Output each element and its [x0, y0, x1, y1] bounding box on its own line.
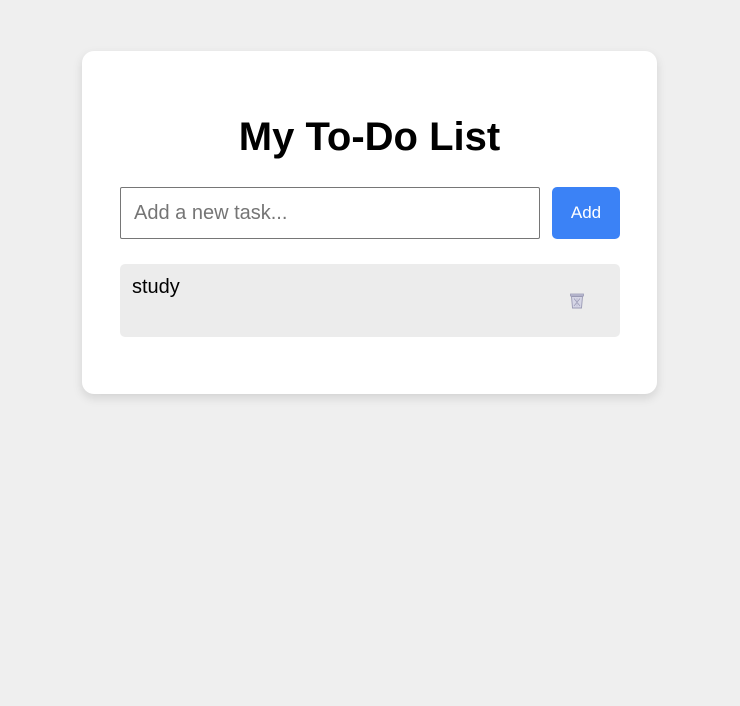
add-task-button[interactable]: Add [552, 187, 620, 239]
task-list: study [120, 264, 620, 337]
page-title: My To-Do List [238, 115, 501, 159]
trash-icon [570, 293, 584, 309]
task-text: study [132, 276, 180, 298]
todo-card: My To-Do List Add study [82, 51, 657, 394]
new-task-input[interactable] [120, 187, 540, 239]
task-item: study [120, 264, 620, 337]
delete-task-button[interactable] [566, 290, 588, 312]
